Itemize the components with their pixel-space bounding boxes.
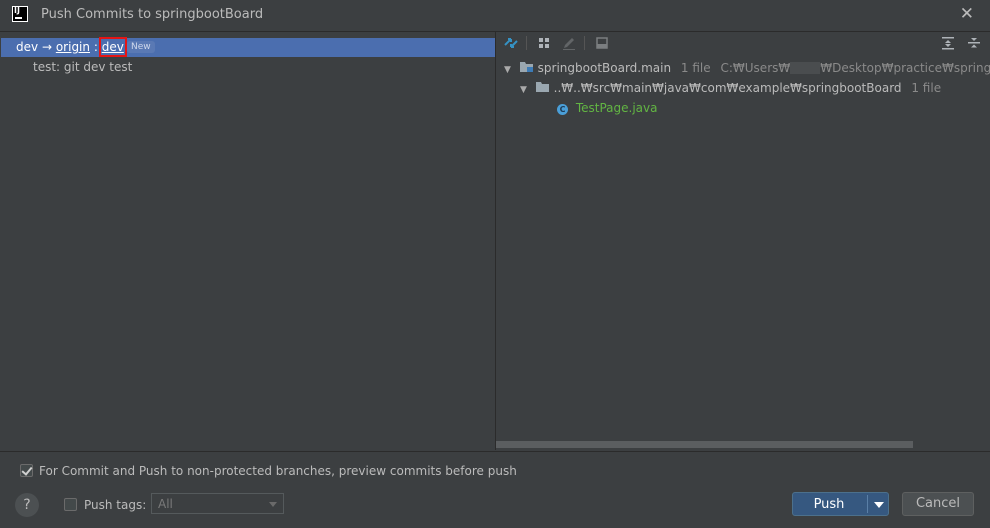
toolbar-separator xyxy=(526,36,527,50)
collapse-all-icon[interactable] xyxy=(965,34,983,52)
tree-file-node[interactable]: C TestPage.java xyxy=(557,101,657,115)
chevron-down-icon[interactable]: ▼ xyxy=(504,65,516,75)
module-file-count: 1 file xyxy=(680,61,711,75)
commits-pane: dev → origin : dev New test: git dev tes… xyxy=(1,32,495,450)
branch-push-row[interactable]: dev → origin : dev New xyxy=(1,37,495,57)
push-button-label: Push xyxy=(813,497,845,512)
cancel-button[interactable]: Cancel xyxy=(902,492,974,516)
arrow-glyph: → xyxy=(41,40,52,54)
chevron-down-icon[interactable]: ▼ xyxy=(520,85,532,95)
tree-module-node[interactable]: ▼ springbootBoard.main 1 file C:₩Users₩ ₩… xyxy=(504,61,990,75)
compare-icon[interactable] xyxy=(502,34,520,52)
push-tags-value: All xyxy=(158,497,173,511)
package-file-count: 1 file xyxy=(911,81,942,95)
folder-icon xyxy=(535,81,550,92)
push-tags-select[interactable]: All xyxy=(151,493,284,514)
dialog-footer: For Commit and Push to non-protected bra… xyxy=(0,451,990,528)
module-folder-icon xyxy=(519,61,534,72)
module-path: C:₩Users₩₩Desktop₩practice₩springbootBoa… xyxy=(720,61,990,75)
redacted-username xyxy=(790,62,821,74)
remote-link[interactable]: origin xyxy=(56,40,90,54)
close-icon[interactable]: ✕ xyxy=(960,4,974,24)
java-class-icon: C xyxy=(557,104,568,115)
show-diff-icon[interactable] xyxy=(593,34,611,52)
horizontal-scrollbar[interactable] xyxy=(496,441,913,448)
local-branch-label: dev xyxy=(16,40,39,54)
toolbar-separator xyxy=(584,36,585,50)
edit-icon[interactable] xyxy=(560,34,578,52)
dialog-title: Push Commits to springbootBoard xyxy=(41,7,264,22)
group-by-icon[interactable] xyxy=(535,34,553,52)
intellij-logo-icon: IJ xyxy=(12,6,28,22)
expand-all-icon[interactable] xyxy=(939,34,957,52)
preview-commits-label: For Commit and Push to non-protected bra… xyxy=(39,464,517,478)
package-path: ..₩..₩src₩main₩java₩com₩example₩springbo… xyxy=(553,81,902,95)
push-tags-label: Push tags: xyxy=(84,498,147,512)
preview-commits-checkbox[interactable] xyxy=(20,464,33,477)
changes-pane: ▼ springbootBoard.main 1 file C:₩Users₩ ₩… xyxy=(496,32,990,450)
title-bar: IJ Push Commits to springbootBoard ✕ xyxy=(0,0,990,32)
help-button[interactable]: ? xyxy=(15,493,39,517)
new-branch-badge: New xyxy=(127,41,155,53)
file-name: TestPage.java xyxy=(575,101,658,115)
push-tags-checkbox[interactable] xyxy=(64,498,77,511)
split-divider xyxy=(867,495,868,513)
target-branch-link[interactable]: dev xyxy=(98,37,127,57)
commit-item[interactable]: test: git dev test xyxy=(33,60,132,74)
dropdown-arrow-icon xyxy=(269,502,277,507)
push-button[interactable]: Push xyxy=(792,492,889,516)
module-name: springbootBoard.main xyxy=(537,61,672,75)
separator: : xyxy=(93,40,98,54)
changes-toolbar xyxy=(496,32,990,54)
tree-package-node[interactable]: ▼ ..₩..₩src₩main₩java₩com₩example₩spring… xyxy=(520,81,941,95)
push-options-dropdown-icon[interactable] xyxy=(874,502,884,508)
